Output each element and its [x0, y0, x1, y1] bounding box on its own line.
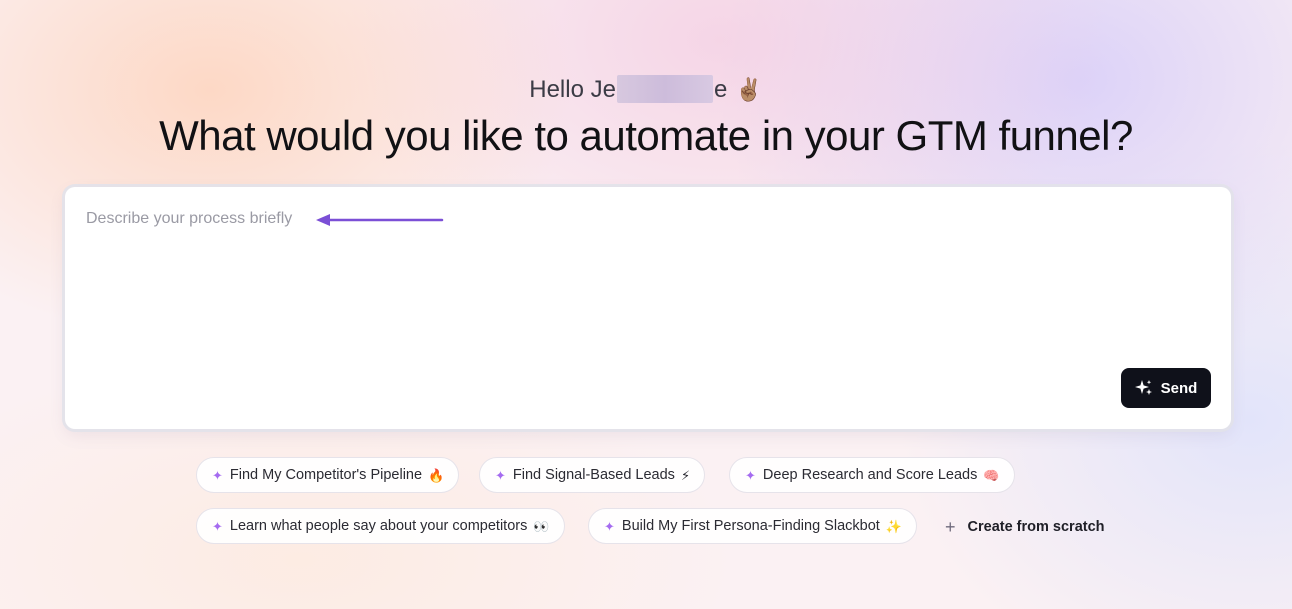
brain-emoji-icon: 🧠: [983, 467, 1000, 483]
eyes-emoji-icon: 👀: [533, 518, 550, 534]
send-button-label: Send: [1160, 379, 1198, 397]
create-from-scratch-label: Create from scratch: [967, 519, 1105, 535]
sparkle-icon: ✦: [745, 467, 756, 483]
send-button[interactable]: Send: [1121, 368, 1211, 408]
fire-emoji-icon: 🔥: [428, 467, 445, 483]
lightning-emoji-icon: ⚡: [680, 467, 691, 483]
sparkle-icon: ✦: [212, 467, 223, 483]
sparkle-icon: ✦: [604, 518, 615, 534]
plus-icon: +: [945, 517, 956, 537]
suggestion-label: Build My First Persona-Finding Slackbot: [621, 518, 880, 534]
create-from-scratch-button[interactable]: + Create from scratch: [945, 510, 1105, 544]
suggestion-chip-competitor-pipeline[interactable]: ✦ Find My Competitor's Pipeline 🔥: [196, 457, 460, 493]
greeting-prefix: Hello Je: [529, 76, 616, 103]
sparkles-emoji-icon: ✨: [885, 518, 902, 534]
suggestion-label: Deep Research and Score Leads: [762, 467, 978, 483]
greeting-suffix: e: [713, 76, 728, 103]
sparkle-stars-icon: [1134, 380, 1152, 395]
suggestion-chip-deep-research[interactable]: ✦ Deep Research and Score Leads 🧠: [729, 457, 1015, 493]
sparkle-icon: ✦: [212, 518, 223, 534]
page-title: What would you like to automate in your …: [159, 112, 1133, 159]
peace-hand-emoji: ✌🏽: [735, 77, 763, 102]
sparkle-icon: ✦: [495, 467, 506, 483]
redacted-name: [616, 75, 713, 103]
suggestion-label: Learn what people say about your competi…: [229, 518, 528, 534]
suggestion-chip-signal-leads[interactable]: ✦ Find Signal-Based Leads ⚡: [479, 457, 706, 493]
suggestion-label: Find My Competitor's Pipeline: [229, 467, 423, 483]
suggestion-chip-competitor-sentiment[interactable]: ✦ Learn what people say about your compe…: [196, 508, 565, 544]
pointer-arrow-icon: [316, 214, 444, 226]
prompt-composer[interactable]: Describe your process briefly Send: [65, 187, 1231, 429]
suggestion-chip-persona-slackbot[interactable]: ✦ Build My First Persona-Finding Slackbo…: [588, 508, 917, 544]
prompt-input-placeholder[interactable]: Describe your process briefly: [86, 210, 292, 228]
suggestion-label: Find Signal-Based Leads: [512, 467, 675, 483]
greeting: Hello Je e ✌🏽: [0, 74, 1292, 106]
